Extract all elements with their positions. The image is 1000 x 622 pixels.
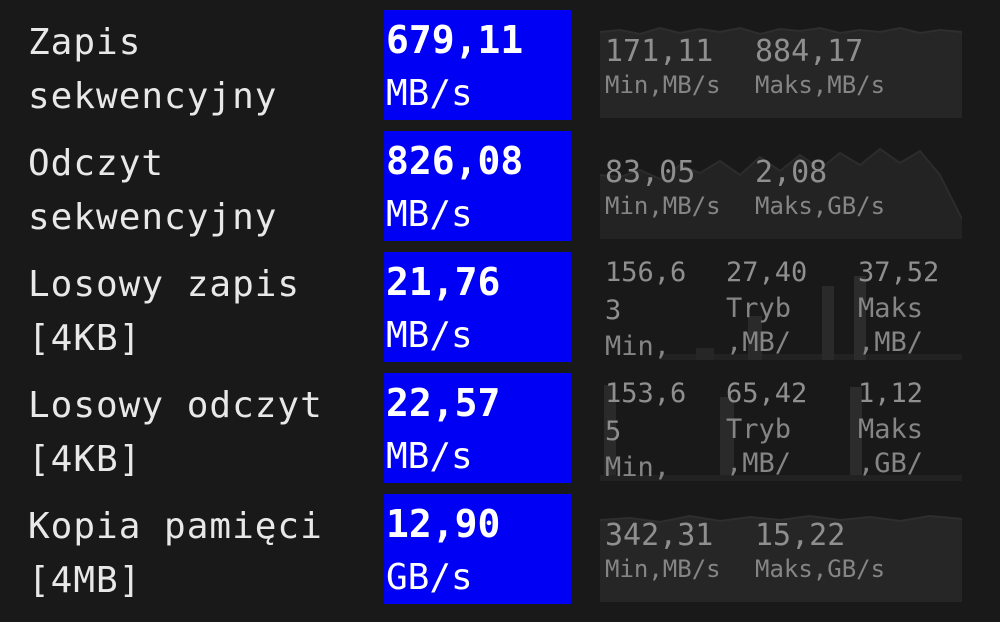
min-value: 83,05: [605, 155, 696, 190]
test-label: Odczyt sekwencyjny: [28, 143, 278, 238]
max-stat: 1,12 Maks ,GB/: [858, 375, 923, 481]
result-value: 22,57: [386, 381, 501, 425]
result-box: 22,57 MB/s: [384, 373, 571, 483]
max-value: 37,52: [858, 257, 940, 288]
min-label: Min,MB/s: [605, 192, 721, 220]
min-value: 156,6 3: [605, 257, 687, 326]
max-stat: 2,08 Maks,GB/s: [755, 155, 885, 221]
test-label: Zapis sekwencyjny: [28, 22, 278, 117]
max-stat: 884,17 Maks,MB/s: [755, 34, 885, 100]
mode-label: Tryb ,MB/: [726, 414, 792, 479]
mode-value: 65,42: [726, 378, 808, 409]
mode-stat: 27,40 Tryb ,MB/: [726, 254, 807, 360]
min-stat: 156,6 3 Min,: [605, 254, 686, 364]
min-label: Min,MB/s: [605, 555, 721, 583]
result-unit: MB/s: [386, 436, 473, 477]
result-box: 826,08 MB/s: [384, 131, 571, 241]
test-label: Losowy zapis [4KB]: [28, 264, 301, 359]
benchmark-row-random-write-4kb: Losowy zapis [4KB] 21,76 MB/s 156,6 3 Mi…: [0, 252, 1000, 364]
min-stat: 83,05 Min,MB/s: [605, 155, 721, 221]
max-stat: 15,22 Maks,GB/s: [755, 518, 885, 584]
result-value: 679,11: [386, 18, 524, 62]
min-stat: 171,11 Min,MB/s: [605, 34, 721, 100]
mode-label: Tryb ,MB/: [726, 293, 792, 358]
max-value: 15,22: [755, 518, 846, 553]
result-value: 12,90: [386, 502, 501, 546]
min-value: 342,31: [605, 518, 714, 553]
benchmark-row-random-read-4kb: Losowy odczyt [4KB] 22,57 MB/s 153,6 5 M…: [0, 373, 1000, 485]
benchmark-row-sequential-write: Zapis sekwencyjny 679,11 MB/s 171,11 Min…: [0, 10, 1000, 122]
benchmark-row-sequential-read: Odczyt sekwencyjny 826,08 MB/s 83,05 Min…: [0, 131, 1000, 243]
result-box: 21,76 MB/s: [384, 252, 571, 362]
max-label: Maks ,GB/: [858, 414, 924, 479]
result-box: 679,11 MB/s: [384, 10, 571, 120]
benchmark-row-memory-copy-4mb: Kopia pamięci [4MB] 12,90 GB/s 342,31 Mi…: [0, 494, 1000, 606]
max-value: 1,12: [858, 378, 924, 409]
max-label: Maks ,MB/: [858, 293, 924, 358]
min-label: Min,: [605, 331, 671, 362]
test-label: Losowy odczyt [4KB]: [28, 385, 323, 480]
max-label: Maks,GB/s: [755, 555, 886, 583]
result-unit: MB/s: [386, 73, 473, 114]
result-unit: MB/s: [386, 315, 473, 356]
max-value: 884,17: [755, 34, 864, 69]
min-value: 153,6 5: [605, 378, 687, 447]
test-label: Kopia pamięci [4MB]: [28, 506, 323, 601]
result-unit: GB/s: [386, 557, 473, 598]
min-label: Min,MB/s: [605, 71, 721, 99]
min-value: 171,11: [605, 34, 714, 69]
max-label: Maks,GB/s: [755, 192, 886, 220]
mode-stat: 65,42 Tryb ,MB/: [726, 375, 807, 481]
max-stat: 37,52 Maks ,MB/: [858, 254, 939, 360]
max-value: 2,08: [755, 155, 828, 190]
max-label: Maks,MB/s: [755, 71, 886, 99]
min-stat: 342,31 Min,MB/s: [605, 518, 721, 584]
result-value: 826,08: [386, 139, 524, 183]
result-value: 21,76: [386, 260, 501, 304]
mode-value: 27,40: [726, 257, 808, 288]
result-unit: MB/s: [386, 194, 473, 235]
min-stat: 153,6 5 Min,: [605, 375, 686, 485]
result-box: 12,90 GB/s: [384, 494, 571, 604]
min-label: Min,: [605, 452, 671, 483]
